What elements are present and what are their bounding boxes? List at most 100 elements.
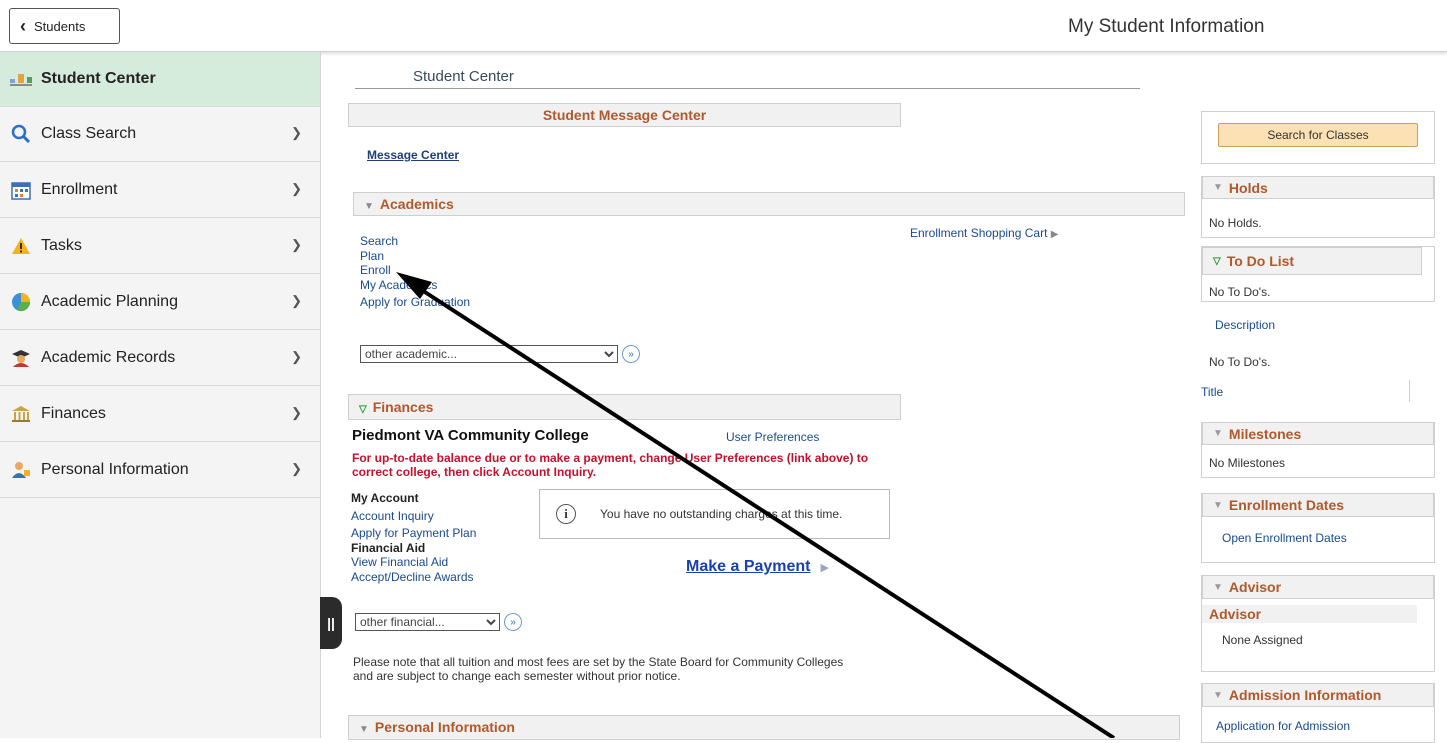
finance-links: My Account Account Inquiry Apply for Pay… bbox=[351, 491, 476, 584]
sidebar-item-label: Tasks bbox=[41, 237, 82, 254]
page-title: My Student Information bbox=[1068, 16, 1265, 37]
sidebar-item-label: Finances bbox=[41, 405, 106, 422]
academics-link-enroll[interactable]: Enroll bbox=[360, 263, 470, 278]
academics-link-apply-graduation[interactable]: Apply for Graduation bbox=[360, 295, 470, 310]
academics-link-search[interactable]: Search bbox=[360, 234, 470, 249]
enrollment-dates-header[interactable]: ▼ Enrollment Dates bbox=[1202, 493, 1434, 517]
pie-chart-icon bbox=[10, 291, 32, 313]
sidebar-toggle-handle[interactable]: || bbox=[320, 597, 342, 649]
title-divider bbox=[355, 88, 1140, 89]
personal-information-header[interactable]: ▼ Personal Information bbox=[348, 715, 1180, 740]
chevron-down-icon: ❯ bbox=[291, 461, 302, 476]
sidebar-item-tasks[interactable]: Tasks ❯ bbox=[0, 219, 320, 274]
view-financial-aid-link[interactable]: View Financial Aid bbox=[351, 555, 476, 570]
graduate-icon bbox=[10, 347, 32, 369]
collapse-triangle-icon: ▼ bbox=[1213, 499, 1223, 511]
todo-text-2: No To Do's. bbox=[1209, 355, 1271, 369]
sidebar-item-label: Academic Records bbox=[41, 349, 176, 366]
search-classes-box: Search for Classes bbox=[1201, 111, 1435, 164]
todo-text: No To Do's. bbox=[1209, 285, 1271, 299]
sidebar-item-finances[interactable]: Finances ❯ bbox=[0, 387, 320, 442]
milestones-text: No Milestones bbox=[1209, 456, 1286, 470]
admission-header[interactable]: ▼ Admission Information bbox=[1202, 683, 1434, 707]
sidebar-item-label: Student Center bbox=[41, 70, 156, 87]
message-center-header: Student Message Center bbox=[348, 103, 901, 127]
other-academic-select[interactable]: other academic... bbox=[360, 345, 618, 363]
message-center-link[interactable]: Message Center bbox=[367, 148, 459, 162]
no-charges-box: i You have no outstanding charges at thi… bbox=[539, 489, 890, 539]
no-charges-text: You have no outstanding charges at this … bbox=[600, 507, 843, 521]
other-financial-select[interactable]: other financial... bbox=[355, 613, 500, 631]
payment-plan-link[interactable]: Apply for Payment Plan bbox=[351, 526, 476, 541]
account-inquiry-link[interactable]: Account Inquiry bbox=[351, 509, 476, 524]
collapse-triangle-icon: ▼ bbox=[1213, 428, 1223, 439]
sidebar-item-class-search[interactable]: Class Search ❯ bbox=[0, 107, 320, 162]
academics-links: Search Plan Enroll My Academics Apply fo… bbox=[360, 234, 470, 310]
go-button[interactable]: » bbox=[504, 613, 522, 631]
accept-decline-awards-link[interactable]: Accept/Decline Awards bbox=[351, 570, 476, 585]
application-for-admission-link[interactable]: Application for Admission bbox=[1216, 719, 1350, 733]
collapse-triangle-icon: ▼ bbox=[364, 201, 374, 212]
sidebar-item-label: Academic Planning bbox=[41, 293, 178, 310]
pause-bars-icon: || bbox=[327, 615, 335, 631]
milestones-header[interactable]: ▼ Milestones bbox=[1202, 422, 1434, 445]
bank-icon bbox=[10, 403, 32, 425]
column-divider bbox=[1409, 380, 1410, 402]
person-icon bbox=[10, 459, 32, 481]
academics-link-my-academics[interactable]: My Academics bbox=[360, 278, 470, 293]
chevron-down-icon: ❯ bbox=[291, 237, 302, 252]
academics-link-plan[interactable]: Plan bbox=[360, 249, 470, 264]
tuition-note: Please note that all tuition and most fe… bbox=[353, 655, 844, 683]
sidebar-item-label: Enrollment bbox=[41, 181, 118, 198]
sidebar-item-academic-planning[interactable]: Academic Planning ❯ bbox=[0, 275, 320, 330]
college-name: Piedmont VA Community College bbox=[352, 427, 589, 444]
holds-text: No Holds. bbox=[1209, 216, 1262, 230]
collapse-triangle-icon: ▼ bbox=[1213, 182, 1223, 193]
info-icon: i bbox=[556, 504, 576, 524]
back-button[interactable]: ‹ Students bbox=[9, 8, 120, 44]
holds-header[interactable]: ▼ Holds bbox=[1202, 176, 1434, 199]
sidebar-item-student-center[interactable]: Student Center bbox=[0, 52, 320, 107]
my-account-label: My Account bbox=[351, 491, 419, 505]
expand-triangle-icon: ▽ bbox=[359, 404, 367, 415]
sidebar-item-academic-records[interactable]: Academic Records ❯ bbox=[0, 331, 320, 386]
advisor-subheader: Advisor bbox=[1202, 605, 1417, 623]
open-enrollment-dates-link[interactable]: Open Enrollment Dates bbox=[1222, 531, 1347, 545]
finances-header[interactable]: ▽ Finances bbox=[348, 394, 901, 420]
page-header: ‹ Students My Student Information bbox=[0, 0, 1447, 52]
academic-select-row: other academic... » bbox=[360, 345, 640, 363]
calendar-icon bbox=[10, 179, 32, 201]
expand-triangle-icon: ▽ bbox=[1213, 255, 1221, 267]
todo-header[interactable]: ▽ To Do List bbox=[1202, 247, 1422, 275]
sidebar-item-label: Personal Information bbox=[41, 461, 189, 478]
chevron-left-icon: ‹ bbox=[20, 15, 26, 36]
chevron-down-icon: ❯ bbox=[291, 405, 302, 420]
back-button-label: Students bbox=[34, 18, 86, 34]
todo-title-column[interactable]: Title bbox=[1201, 385, 1223, 399]
collapse-triangle-icon: ▼ bbox=[1213, 689, 1223, 701]
todo-description-column[interactable]: Description bbox=[1215, 318, 1275, 332]
search-icon bbox=[10, 123, 32, 145]
collapse-triangle-icon: ▼ bbox=[359, 724, 369, 735]
chevron-down-icon: ❯ bbox=[291, 125, 302, 140]
student-center-icon bbox=[10, 68, 32, 90]
warning-icon bbox=[10, 235, 32, 257]
go-button[interactable]: » bbox=[622, 345, 640, 363]
academics-header[interactable]: ▼ Academics bbox=[353, 192, 1185, 216]
sidebar-item-personal-information[interactable]: Personal Information ❯ bbox=[0, 443, 320, 498]
user-preferences-link[interactable]: User Preferences bbox=[726, 430, 819, 444]
play-arrow-icon: ▶ bbox=[820, 561, 829, 574]
chevron-down-icon: ❯ bbox=[291, 181, 302, 196]
chevron-down-icon: ❯ bbox=[291, 349, 302, 364]
play-arrow-icon: ▶ bbox=[1050, 229, 1059, 240]
shopping-cart-link[interactable]: Enrollment Shopping Cart ▶ bbox=[910, 226, 1058, 240]
sidebar-item-enrollment[interactable]: Enrollment ❯ bbox=[0, 163, 320, 218]
financial-aid-label: Financial Aid bbox=[351, 540, 426, 555]
make-payment-link[interactable]: Make a Payment ▶ bbox=[686, 558, 829, 576]
sidebar: Student Center Class Search ❯ Enrollment… bbox=[0, 52, 321, 738]
center-title: Student Center bbox=[413, 68, 514, 85]
financial-select-row: other financial... » bbox=[355, 613, 522, 631]
collapse-triangle-icon: ▼ bbox=[1213, 581, 1223, 593]
search-for-classes-button[interactable]: Search for Classes bbox=[1218, 123, 1418, 147]
advisor-header[interactable]: ▼ Advisor bbox=[1202, 575, 1434, 599]
